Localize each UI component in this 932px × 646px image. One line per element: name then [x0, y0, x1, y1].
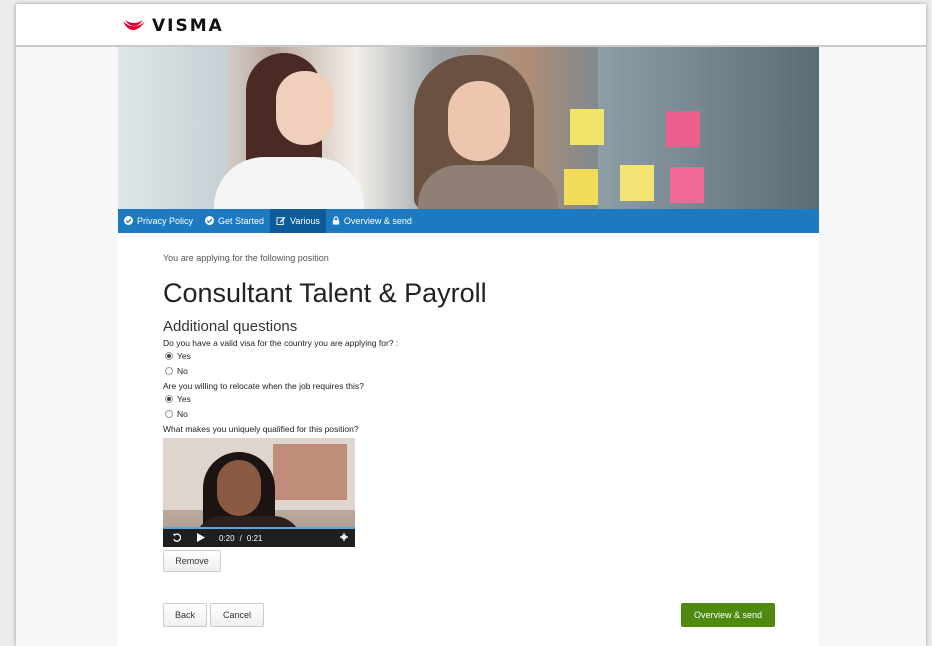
section-title: Additional questions: [163, 318, 298, 335]
hero-image: [118, 47, 819, 209]
video-controls: 0:20 / 0:21: [163, 529, 355, 547]
remove-video-button[interactable]: Remove: [163, 550, 221, 572]
settings-icon[interactable]: [340, 533, 348, 543]
play-icon[interactable]: [197, 532, 205, 544]
intro-text: You are applying for the following posit…: [163, 253, 329, 263]
tab-label: Get Started: [218, 216, 265, 226]
tab-various[interactable]: Various: [270, 209, 326, 233]
question-relocate: Are you willing to relocate when the job…: [163, 381, 364, 391]
step-navigation: Privacy Policy Get Started Various Overv…: [118, 209, 819, 233]
edit-icon: [276, 216, 286, 227]
visa-yes-option[interactable]: Yes: [163, 348, 783, 363]
video-duration: 0:21: [246, 533, 263, 543]
option-label: No: [177, 408, 188, 419]
radio-button[interactable]: [165, 409, 173, 418]
back-button[interactable]: Back: [163, 603, 207, 627]
replay-icon[interactable]: [172, 532, 182, 544]
tab-label: Privacy Policy: [137, 216, 194, 226]
radio-button[interactable]: [165, 351, 173, 360]
video-time-separator: /: [239, 533, 242, 543]
tab-privacy-policy[interactable]: Privacy Policy: [118, 209, 199, 233]
lock-icon: [332, 215, 340, 227]
main-content: Privacy Policy Get Started Various Overv…: [118, 47, 819, 646]
option-label: Yes: [177, 350, 191, 361]
application-form: You are applying for the following posit…: [163, 253, 783, 572]
tab-label: Overview & send: [343, 216, 412, 226]
tab-get-started[interactable]: Get Started: [199, 209, 270, 233]
page-frame: VISMA Privacy Policy Get Started Various…: [16, 4, 926, 646]
relocate-yes-option[interactable]: Yes: [163, 391, 783, 406]
question-qualified: What makes you uniquely qualified for th…: [163, 424, 359, 434]
tab-overview-send[interactable]: Overview & send: [326, 209, 418, 233]
check-circle-icon: [124, 215, 133, 227]
overview-send-button[interactable]: Overview & send: [681, 603, 775, 627]
brand-name: VISMA: [152, 16, 224, 36]
check-circle-icon: [205, 215, 215, 227]
header: VISMA: [16, 4, 926, 47]
option-label: Yes: [177, 393, 191, 404]
brand-logo[interactable]: VISMA: [122, 16, 224, 36]
radio-button[interactable]: [165, 394, 173, 403]
video-current-time: 0:20: [219, 533, 235, 543]
visa-no-option[interactable]: No: [163, 363, 783, 378]
page-title: Consultant Talent & Payroll: [163, 278, 487, 308]
relocate-no-option[interactable]: No: [163, 406, 783, 421]
visma-swoosh-icon: [123, 20, 145, 30]
question-visa: Do you have a valid visa for the country…: [163, 338, 399, 348]
cancel-button[interactable]: Cancel: [210, 603, 264, 627]
footer-actions: Back Cancel: [163, 603, 264, 627]
option-label: No: [177, 365, 188, 376]
radio-button[interactable]: [165, 366, 173, 375]
video-player[interactable]: 0:20 / 0:21: [163, 438, 355, 547]
tab-label: Various: [290, 216, 320, 226]
